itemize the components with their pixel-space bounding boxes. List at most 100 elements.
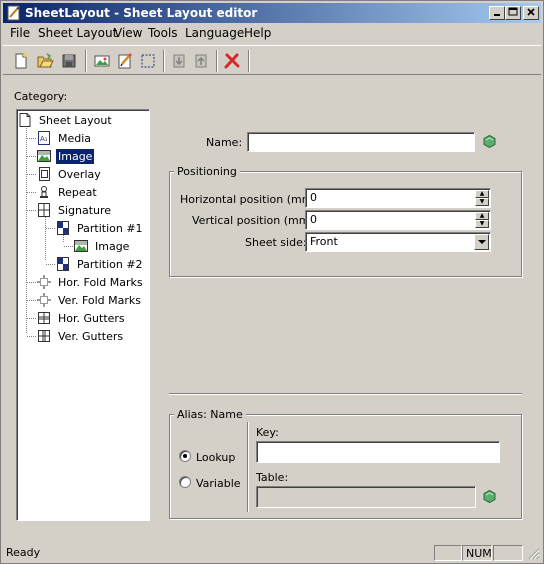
edit-icon[interactable] <box>115 51 135 71</box>
tree-line <box>64 246 73 247</box>
key-label: Key: <box>256 426 279 439</box>
menu-view[interactable]: View <box>114 26 142 40</box>
vertical-position-label: Vertical position (mm): <box>192 214 318 227</box>
save-icon[interactable] <box>59 51 79 71</box>
horizontal-position-label: Horizontal position (mm): <box>180 193 321 206</box>
tree-item-hor-fold-marks[interactable]: Hor. Fold Marks <box>37 273 145 291</box>
status-bar: Ready NUM <box>3 543 541 562</box>
lookup-radio[interactable] <box>179 450 191 462</box>
image-icon <box>74 240 88 252</box>
spin-down-icon[interactable]: ▼ <box>475 198 489 206</box>
tree-item-partition-1[interactable]: Partition #1 <box>56 219 145 237</box>
toolbar-separator <box>248 50 250 72</box>
alias-title: Alias: Name <box>174 408 246 421</box>
table-label: Table: <box>256 471 289 484</box>
key-input[interactable] <box>256 441 500 463</box>
menu-file[interactable]: File <box>10 26 30 40</box>
name-input[interactable] <box>247 132 475 152</box>
tree-line <box>27 174 36 175</box>
tree-item-overlay[interactable]: Overlay <box>37 165 103 183</box>
move-up-icon[interactable] <box>191 51 211 71</box>
sheet-side-select[interactable]: Front <box>305 232 491 252</box>
menu-sheet-layout[interactable]: Sheet Layout <box>38 26 117 40</box>
close-icon <box>527 8 535 16</box>
repeat-icon <box>40 186 48 198</box>
gutters-icon <box>38 330 50 342</box>
fold-marks-icon <box>37 293 51 307</box>
toolbar-separator <box>163 50 165 72</box>
vertical-position-input[interactable]: 0 ▲ ▼ <box>305 210 491 230</box>
lookup-label[interactable]: Lookup <box>196 451 235 464</box>
variable-label[interactable]: Variable <box>196 477 241 490</box>
name-label: Name: <box>206 136 243 149</box>
tree-item-hor-gutters[interactable]: Hor. Gutters <box>37 309 127 327</box>
fold-marks-icon <box>37 275 51 289</box>
select-icon[interactable] <box>138 51 158 71</box>
menu-help[interactable]: Help <box>244 26 271 40</box>
svg-text:A₁: A₁ <box>40 135 48 143</box>
tree-item-media[interactable]: A₁ Media <box>37 129 93 147</box>
spin-up-icon[interactable]: ▲ <box>475 212 489 220</box>
tree-item-image[interactable]: Image <box>37 147 95 165</box>
chevron-down-icon[interactable] <box>474 234 489 250</box>
resize-grip-icon[interactable] <box>527 547 540 560</box>
tree-item-partition-2[interactable]: Partition #2 <box>56 255 145 273</box>
tree-item-ver-fold-marks[interactable]: Ver. Fold Marks <box>37 291 143 309</box>
tree-line <box>27 300 36 301</box>
status-pane-scroll <box>493 545 523 561</box>
tree-line <box>27 138 36 139</box>
maximize-button[interactable] <box>505 6 521 20</box>
tree-line <box>27 318 36 319</box>
partition-icon <box>57 257 69 271</box>
tree-item-ver-gutters[interactable]: Ver. Gutters <box>37 327 125 345</box>
status-pane-caps <box>434 545 462 561</box>
horizontal-position-input[interactable]: 0 ▲ ▼ <box>305 188 491 208</box>
divider <box>169 393 522 395</box>
toolbar-separator <box>216 50 218 72</box>
open-icon[interactable] <box>35 51 55 71</box>
partition-icon <box>57 221 69 235</box>
spin-up-icon[interactable]: ▲ <box>475 190 489 198</box>
toolbar <box>3 45 541 75</box>
page-icon <box>19 113 31 127</box>
tree-line <box>27 156 36 157</box>
variable-radio[interactable] <box>179 476 191 488</box>
delete-icon[interactable] <box>222 51 242 71</box>
tree-item-partition-image[interactable]: Image <box>74 237 131 255</box>
alias-hex-icon[interactable] <box>483 135 496 148</box>
table-input[interactable] <box>256 486 476 508</box>
image-icon[interactable] <box>92 51 112 71</box>
image-icon <box>37 150 51 162</box>
category-tree[interactable]: Sheet Layout A₁ Media Image Overlay Repe… <box>16 109 150 521</box>
gutters-icon <box>38 312 50 324</box>
close-button[interactable] <box>523 6 539 20</box>
tree-line <box>46 264 55 265</box>
minimize-button[interactable] <box>489 6 505 20</box>
overlay-icon <box>39 167 50 181</box>
positioning-title: Positioning <box>174 165 240 178</box>
title-bar[interactable]: SheetLayout - Sheet Layout editor <box>3 3 541 23</box>
new-document-icon[interactable] <box>11 51 31 71</box>
table-hex-icon[interactable] <box>483 490 496 503</box>
app-icon <box>7 5 20 21</box>
spin-down-icon[interactable]: ▼ <box>475 220 489 228</box>
tree-line <box>46 228 55 229</box>
move-down-icon[interactable] <box>169 51 189 71</box>
tree-line <box>27 210 36 211</box>
maximize-icon <box>508 7 518 16</box>
toolbar-separator <box>85 50 87 72</box>
status-text: Ready <box>6 546 41 559</box>
vertical-spinner[interactable]: ▲ ▼ <box>475 212 489 228</box>
menu-bar: File Sheet Layout View Tools Language He… <box>3 23 541 43</box>
tree-item-repeat[interactable]: Repeat <box>37 183 99 201</box>
menu-language[interactable]: Language <box>185 26 244 40</box>
tree-line <box>27 336 36 337</box>
tree-line <box>45 214 46 260</box>
horizontal-spinner[interactable]: ▲ ▼ <box>475 190 489 206</box>
sheet-side-label: Sheet side: <box>245 236 307 249</box>
tree-item-sheet-layout[interactable]: Sheet Layout <box>18 111 114 129</box>
tree-item-signature[interactable]: Signature <box>37 201 113 219</box>
status-pane-num: NUM <box>462 545 492 561</box>
tree-line <box>27 282 36 283</box>
menu-tools[interactable]: Tools <box>148 26 178 40</box>
